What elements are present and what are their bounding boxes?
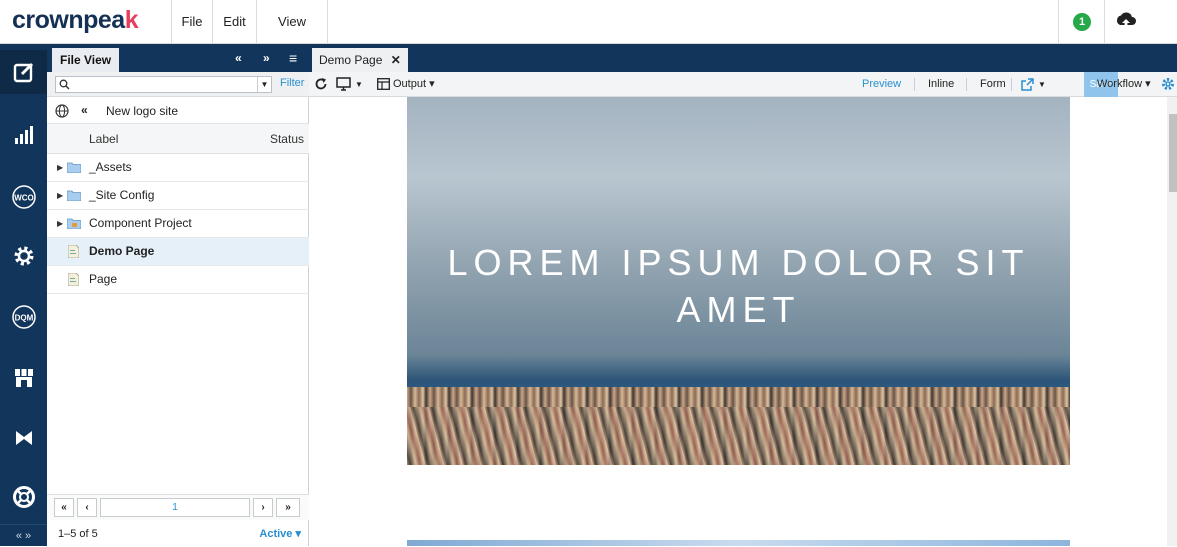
pager-next-button[interactable]: › [253,498,273,517]
separator [966,78,967,91]
pager-page-input[interactable]: 1 [100,498,250,517]
site-back-button[interactable]: « [81,103,88,117]
folder-icon [67,162,81,173]
tab-label: Demo Page [319,53,383,67]
separator [914,78,915,91]
wco-icon[interactable]: WCO [0,175,47,219]
search-icon [59,79,70,90]
edit-icon[interactable] [0,50,47,94]
pager: « ‹ 1 › » [47,494,309,520]
help-icon[interactable] [0,475,47,519]
tree-item-site-config[interactable]: ▶ _Site Config [47,182,309,210]
search-input[interactable]: ▼ [55,76,272,93]
preview-button[interactable]: Preview [862,72,901,97]
tab-demo-page[interactable]: Demo Page ✕ [312,48,408,72]
panel-header: File View « » ≡ [47,44,309,72]
form-button[interactable]: Form [980,72,1006,97]
close-icon[interactable]: ✕ [391,53,401,67]
preview-canvas: LOREM IPSUM DOLOR SIT AMET [309,97,1167,546]
publish-button[interactable] [1104,0,1177,43]
site-row: « New logo site [47,98,309,124]
dqm-icon[interactable]: DQM [0,295,47,339]
expand-caret-icon[interactable]: ▶ [57,154,63,181]
column-status[interactable]: Status [270,132,304,146]
top-bar: crownpeak File Edit View 1 [0,0,1177,44]
external-link-icon[interactable] [1021,78,1034,91]
globe-icon[interactable] [55,104,69,118]
menu-edit[interactable]: Edit [212,0,256,43]
crownpeak-logo[interactable]: crownpeak [12,6,139,35]
expand-caret-icon[interactable]: ▶ [57,210,63,237]
file-view-panel: File View « » ≡ ▼ Filter « New logo site… [47,44,309,546]
external-dropdown-icon[interactable]: ▼ [1038,72,1046,97]
svg-text:DQM: DQM [14,314,33,323]
separator [1011,78,1012,91]
document-toolbar: ▼ Output ▾ Preview Inline Form ▼ Save Wo… [309,72,1177,97]
beach-crowd-overlay [407,407,1070,465]
menu-file[interactable]: File [171,0,212,43]
site-name[interactable]: New logo site [106,104,178,118]
expand-caret-icon[interactable]: ▶ [57,182,63,209]
page-icon [68,273,79,286]
tree-item-assets[interactable]: ▶ _Assets [47,154,309,182]
scrollbar-thumb[interactable] [1169,114,1177,192]
panel-menu-icon[interactable]: ≡ [289,44,297,72]
tree-item-demo-page[interactable]: Demo Page [47,238,309,266]
tree-item-page[interactable]: Page [47,266,309,294]
document-tab-bar: Demo Page ✕ [309,44,1177,72]
panel-prev-button[interactable]: « [235,44,242,72]
pager-first-button[interactable]: « [54,498,74,517]
device-dropdown-icon[interactable]: ▼ [355,72,363,97]
column-label[interactable]: Label [89,132,118,146]
item-count: 1–5 of 5 [58,528,98,540]
second-hero-image [407,540,1070,546]
hero-image: LOREM IPSUM DOLOR SIT AMET [407,97,1070,465]
panel-next-button[interactable]: » [263,44,270,72]
gear-icon[interactable] [1161,77,1175,91]
search-row: ▼ Filter [47,72,309,97]
analytics-icon[interactable] [0,113,47,157]
panel-footer: 1–5 of 5 Active ▾ [47,522,309,546]
left-nav: WCO DQM « » [0,44,47,546]
device-monitor-icon[interactable] [336,77,351,91]
pager-prev-button[interactable]: ‹ [77,498,97,517]
settings-icon[interactable] [0,234,47,278]
marketplace-icon[interactable] [0,356,47,400]
bowtie-icon[interactable] [0,416,47,460]
notifications-button[interactable]: 1 [1058,0,1104,43]
cloud-upload-icon [1116,12,1136,28]
svg-text:WCO: WCO [14,194,34,203]
hero-title: LOREM IPSUM DOLOR SIT AMET [447,242,1030,330]
menu-view[interactable]: View [256,0,328,43]
folder-icon [67,190,81,201]
nav-collapse-toggle[interactable]: « » [0,524,47,546]
column-header: Label Status [47,124,309,154]
file-view-tab[interactable]: File View [52,48,120,72]
output-dropdown[interactable]: Output ▾ [393,72,435,97]
inline-button[interactable]: Inline [928,72,954,97]
output-layout-icon [377,78,390,90]
tree-item-component-project[interactable]: ▶ Component Project [47,210,309,238]
page-icon [68,245,79,258]
project-folder-icon [67,218,81,229]
workflow-dropdown[interactable]: Workflow ▾ [1097,72,1151,97]
search-dropdown-icon[interactable]: ▼ [257,77,271,92]
notification-badge: 1 [1073,13,1091,31]
filter-link[interactable]: Filter [280,77,304,89]
status-filter-dropdown[interactable]: Active ▾ [259,522,301,546]
refresh-icon[interactable] [314,77,328,91]
pager-last-button[interactable]: » [276,498,300,517]
